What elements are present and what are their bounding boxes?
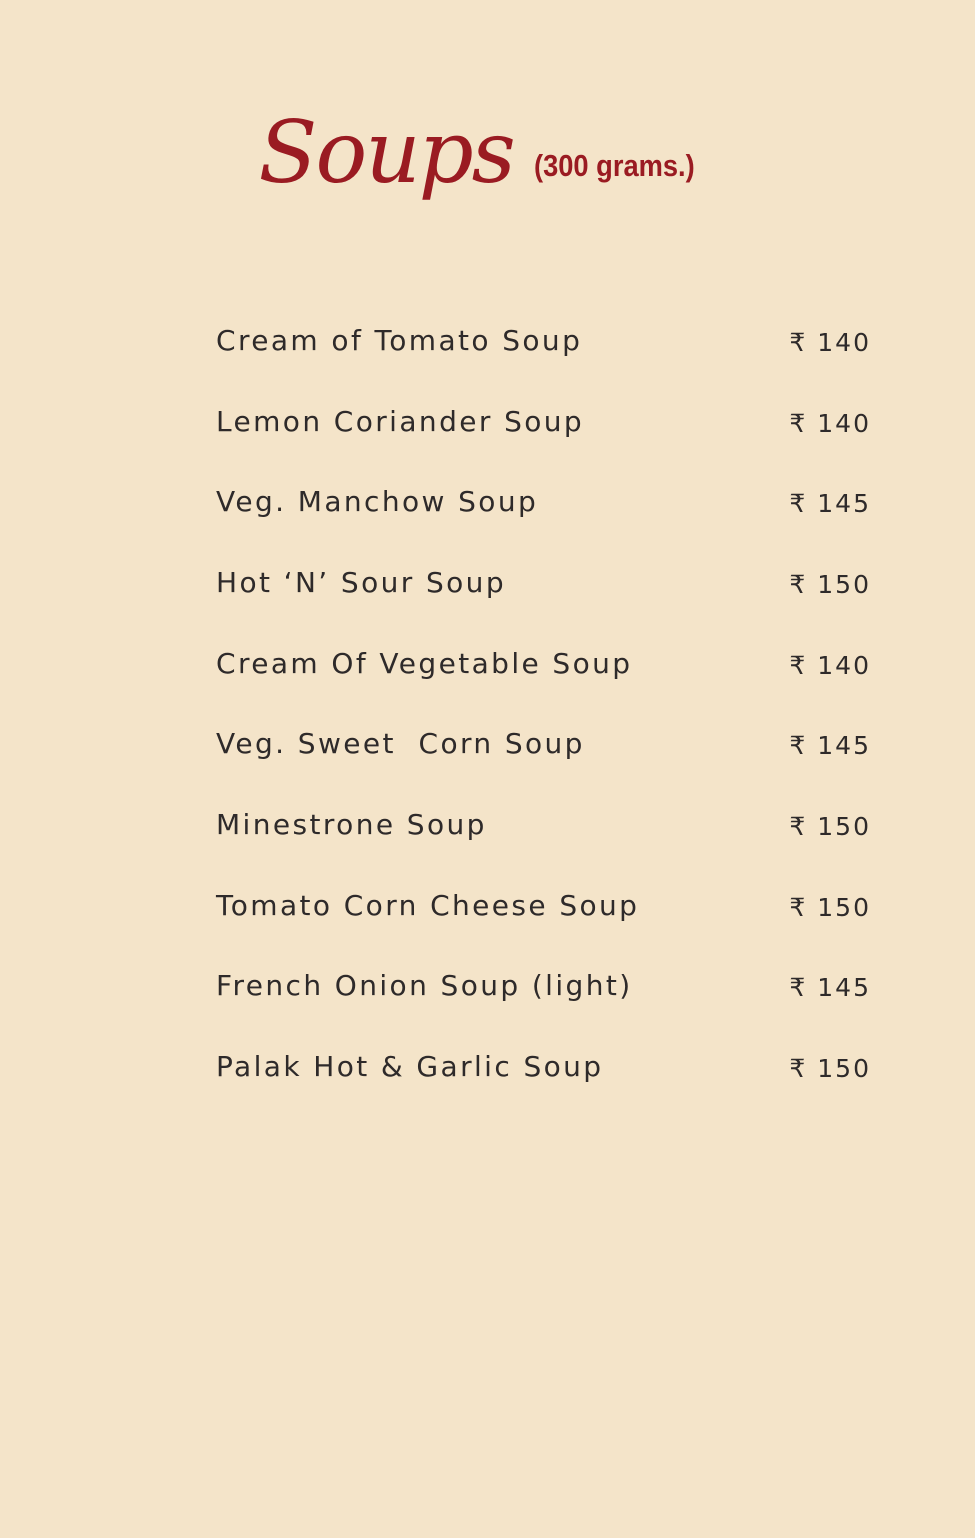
item-name: French Onion Soup (light) (216, 969, 633, 1003)
item-name: Palak Hot & Garlic Soup (216, 1050, 604, 1084)
menu-item: Cream of Tomato Soup ₹ 140 (216, 300, 871, 381)
item-price: ₹ 140 (789, 327, 871, 357)
item-name: Tomato Corn Cheese Soup (216, 888, 640, 922)
item-price: ₹ 150 (789, 892, 871, 922)
menu-item: Minestrone Soup ₹ 150 (216, 784, 871, 865)
menu-list: Cream of Tomato Soup ₹ 140 Lemon Coriand… (216, 300, 871, 1107)
menu-item: Cream Of Vegetable Soup ₹ 140 (216, 623, 871, 704)
item-price: ₹ 140 (789, 408, 871, 438)
item-price: ₹ 150 (789, 1054, 871, 1084)
item-name: Hot ‘N’ Sour Soup (216, 565, 506, 599)
menu-item: Tomato Corn Cheese Soup ₹ 150 (216, 865, 871, 946)
item-name: Lemon Coriander Soup (216, 404, 585, 438)
item-name: Veg. Sweet Corn Soup (216, 727, 585, 761)
item-name: Veg. Manchow Soup (216, 485, 539, 519)
item-price: ₹ 145 (789, 973, 871, 1003)
menu-item: Veg. Manchow Soup ₹ 145 (216, 461, 871, 542)
section-title: Soups (258, 103, 516, 203)
item-price: ₹ 145 (789, 489, 871, 519)
menu-item: Palak Hot & Garlic Soup ₹ 150 (216, 1026, 871, 1107)
item-price: ₹ 140 (789, 650, 871, 680)
menu-item: Veg. Sweet Corn Soup ₹ 145 (216, 703, 871, 784)
item-price: ₹ 150 (789, 569, 871, 599)
item-name: Minestrone Soup (216, 807, 487, 841)
menu-item: Hot ‘N’ Sour Soup ₹ 150 (216, 542, 871, 623)
item-name: Cream Of Vegetable Soup (216, 646, 633, 680)
menu-item: Lemon Coriander Soup ₹ 140 (216, 381, 871, 462)
menu-item: French Onion Soup (light) ₹ 145 (216, 946, 871, 1027)
menu-header: Soups (300 grams.) (0, 110, 975, 196)
item-price: ₹ 150 (789, 811, 871, 841)
item-name: Cream of Tomato Soup (216, 323, 583, 357)
item-price: ₹ 145 (789, 731, 871, 761)
portion-size: (300 grams.) (533, 148, 695, 183)
